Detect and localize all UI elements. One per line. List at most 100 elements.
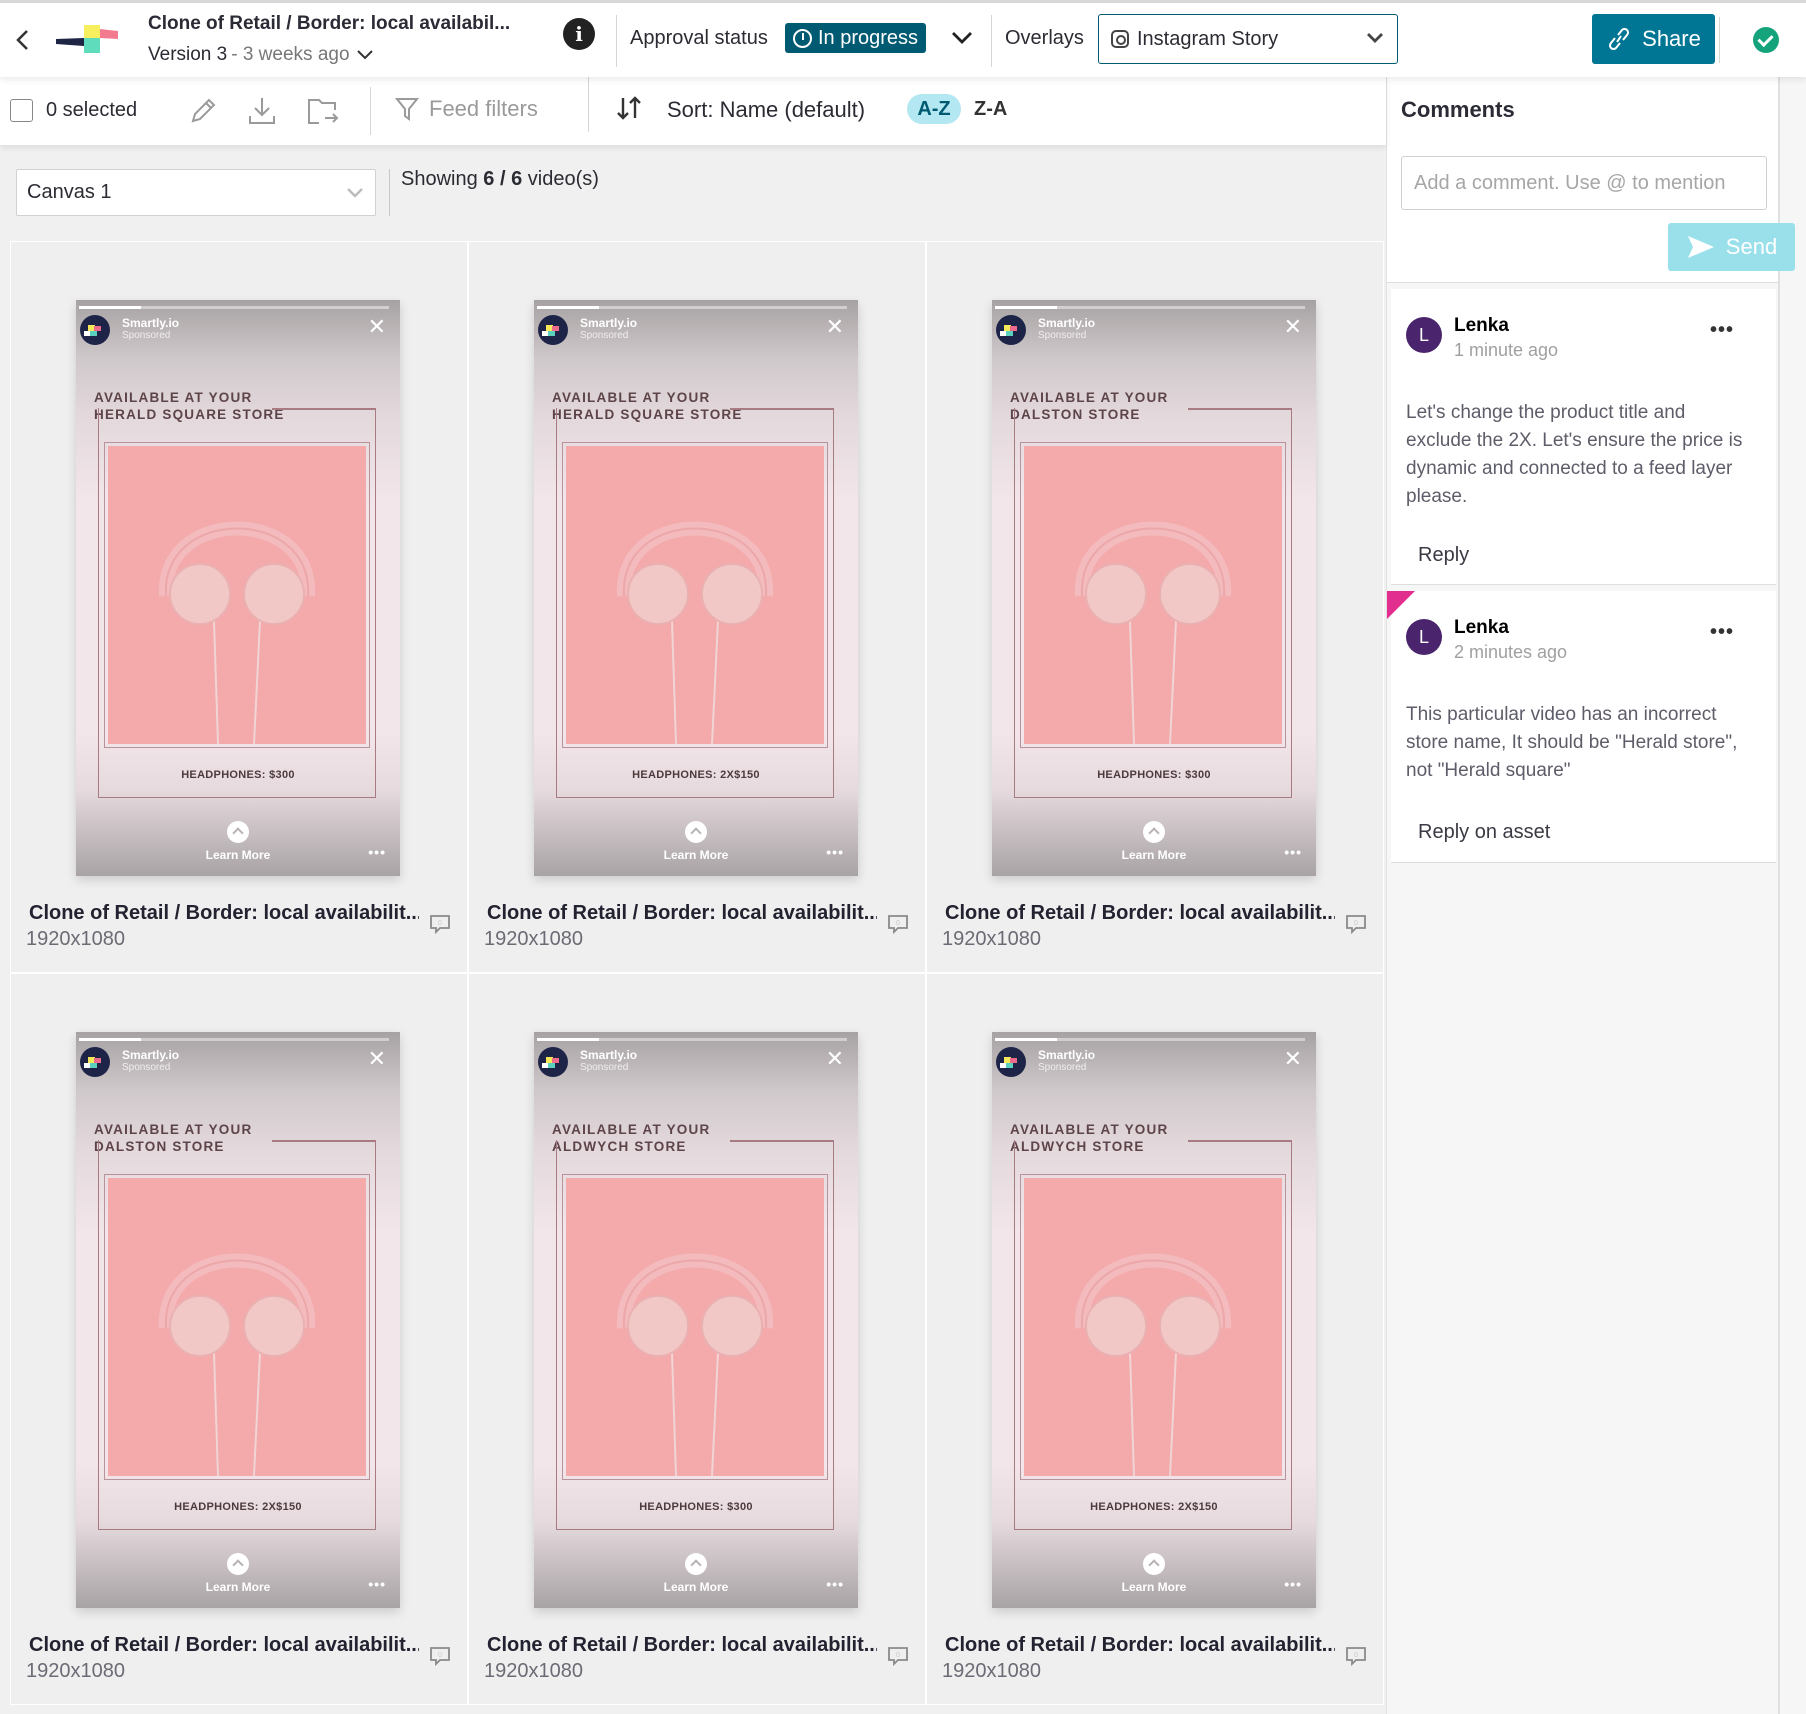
svg-text:0: 0 (1354, 1652, 1358, 1659)
comment-count-button[interactable]: 0 (887, 1645, 909, 1667)
video-title[interactable]: Clone of Retail / Border: local availabi… (29, 1634, 419, 1657)
instagram-icon (1111, 30, 1129, 48)
headphones-icon (158, 521, 316, 744)
approval-status-badge[interactable]: In progress (785, 23, 927, 53)
showing-count-value: 6 / 6 (483, 168, 523, 190)
story-progress-bar (79, 306, 389, 309)
product-photo-frame (562, 442, 828, 748)
headphones-icon (1074, 1253, 1232, 1476)
comment-count-button[interactable]: 0 (887, 913, 909, 935)
video-title[interactable]: Clone of Retail / Border: local availabi… (487, 1634, 877, 1657)
story-progress-bar (537, 1038, 847, 1041)
product-price: HEADPHONES: $300 (1097, 769, 1211, 781)
availability-line: AVAILABLE AT YOUR (94, 1122, 253, 1137)
product-photo (108, 1178, 366, 1476)
reply-on-asset-button[interactable]: Reply on asset (1418, 821, 1550, 844)
comment-item: L Lenka 2 minutes ago ••• This particula… (1387, 591, 1776, 863)
select-all-checkbox[interactable] (10, 99, 33, 122)
reply-button[interactable]: Reply (1418, 544, 1469, 567)
story-progress-bar (537, 306, 847, 309)
comment-count-button[interactable]: 0 (429, 913, 451, 935)
comment-menu-icon[interactable]: ••• (1710, 621, 1734, 644)
video-card[interactable]: Smartly.io Sponsored ✕ AVAILABLE AT YOUR… (468, 973, 926, 1705)
panel-scrollbar[interactable] (1778, 77, 1806, 1714)
video-title[interactable]: Clone of Retail / Border: local availabi… (29, 902, 419, 925)
info-icon[interactable]: i (563, 18, 595, 50)
sponsored-label: Sponsored (580, 1062, 629, 1073)
comment-count-button[interactable]: 0 (429, 1645, 451, 1667)
video-card[interactable]: Smartly.io Sponsored ✕ AVAILABLE AT YOUR… (926, 973, 1384, 1705)
video-title[interactable]: Clone of Retail / Border: local availabi… (487, 902, 877, 925)
comment-menu-icon[interactable]: ••• (1710, 319, 1734, 342)
feed-filters-button[interactable]: Feed filters (395, 96, 538, 122)
brand-name: Smartly.io (122, 316, 180, 330)
decorative-frame-top (1188, 1140, 1292, 1142)
comment-count-button[interactable]: 0 (1345, 913, 1367, 935)
video-card[interactable]: Smartly.io Sponsored ✕ AVAILABLE AT YOUR… (926, 241, 1384, 973)
canvas-selected-value: Canvas 1 (27, 181, 112, 203)
close-icon: ✕ (367, 314, 386, 339)
back-button[interactable] (12, 25, 34, 55)
headphones-icon (1074, 521, 1232, 744)
comment-bubble-icon: 0 (1346, 1647, 1366, 1667)
comment-item: L Lenka 1 minute ago ••• Let's change th… (1391, 289, 1776, 585)
comment-count-button[interactable]: 0 (1345, 1645, 1367, 1667)
pencil-icon (191, 98, 216, 123)
story-preview[interactable]: Smartly.io Sponsored ✕ AVAILABLE AT YOUR… (534, 300, 858, 876)
story-preview[interactable]: Smartly.io Sponsored ✕ AVAILABLE AT YOUR… (992, 1032, 1316, 1608)
divider (1719, 17, 1720, 63)
brand-name: Smartly.io (580, 316, 638, 330)
close-icon: ✕ (1283, 1046, 1302, 1071)
story-progress-fill (537, 1038, 599, 1041)
video-card[interactable]: Smartly.io Sponsored ✕ AVAILABLE AT YOUR… (10, 241, 468, 973)
chevron-left-icon (16, 30, 28, 50)
send-button[interactable]: Send (1668, 223, 1795, 271)
story-preview[interactable]: Smartly.io Sponsored ✕ AVAILABLE AT YOUR… (534, 1032, 858, 1608)
close-icon: ✕ (367, 1046, 386, 1071)
product-price: HEADPHONES: $300 (639, 1501, 753, 1513)
share-button[interactable]: Share (1592, 14, 1715, 64)
comment-input[interactable] (1401, 156, 1767, 210)
svg-text:0: 0 (438, 920, 442, 927)
svg-text:0: 0 (896, 1652, 900, 1659)
video-title[interactable]: Clone of Retail / Border: local availabi… (945, 902, 1335, 925)
swipe-up-icon (685, 1553, 707, 1575)
story-progress-fill (995, 306, 1057, 309)
video-title[interactable]: Clone of Retail / Border: local availabi… (945, 1634, 1335, 1657)
video-card[interactable]: Smartly.io Sponsored ✕ AVAILABLE AT YOUR… (468, 241, 926, 973)
sort-icon[interactable] (614, 94, 644, 129)
edit-button[interactable] (185, 94, 219, 128)
story-preview[interactable]: Smartly.io Sponsored ✕ AVAILABLE AT YOUR… (76, 300, 400, 876)
chevron-down-icon (356, 50, 373, 60)
move-to-folder-button[interactable] (305, 94, 339, 128)
more-icon: ••• (368, 844, 386, 860)
sort-az-button[interactable]: A-Z (907, 94, 961, 124)
approval-status-dropdown[interactable] (950, 29, 974, 52)
brand-avatar (80, 1047, 110, 1077)
sort-za-button[interactable]: Z-A (974, 94, 1007, 124)
divider (370, 87, 371, 135)
share-label: Share (1642, 26, 1701, 51)
availability-line: AVAILABLE AT YOUR (1010, 1122, 1169, 1137)
video-dimensions: 1920x1080 (484, 928, 583, 950)
video-dimensions: 1920x1080 (484, 1660, 583, 1682)
video-card[interactable]: Smartly.io Sponsored ✕ AVAILABLE AT YOUR… (10, 973, 468, 1705)
version-selector[interactable]: Version 3 - 3 weeks ago (148, 44, 510, 66)
canvas-select[interactable]: Canvas 1 (16, 169, 376, 216)
video-dimensions: 1920x1080 (26, 928, 125, 950)
product-price: HEADPHONES: 2X$150 (632, 769, 760, 781)
download-button[interactable] (245, 94, 279, 128)
story-preview[interactable]: Smartly.io Sponsored ✕ AVAILABLE AT YOUR… (76, 1032, 400, 1608)
smartly-logo[interactable] (56, 21, 120, 57)
headphones-icon (616, 1253, 774, 1476)
version-age: - 3 weeks ago (231, 44, 350, 65)
overlays-label: Overlays (1005, 27, 1084, 49)
story-preview[interactable]: Smartly.io Sponsored ✕ AVAILABLE AT YOUR… (992, 300, 1316, 876)
sort-label[interactable]: Sort: Name (default) (667, 97, 865, 123)
product-photo-frame (104, 1174, 370, 1480)
overlay-select[interactable]: Instagram Story (1098, 14, 1398, 64)
showing-count: Showing 6 / 6 video(s) (401, 168, 599, 191)
approved-check-icon[interactable] (1753, 27, 1779, 53)
product-price: HEADPHONES: 2X$150 (174, 1501, 302, 1513)
clock-icon (793, 28, 812, 48)
